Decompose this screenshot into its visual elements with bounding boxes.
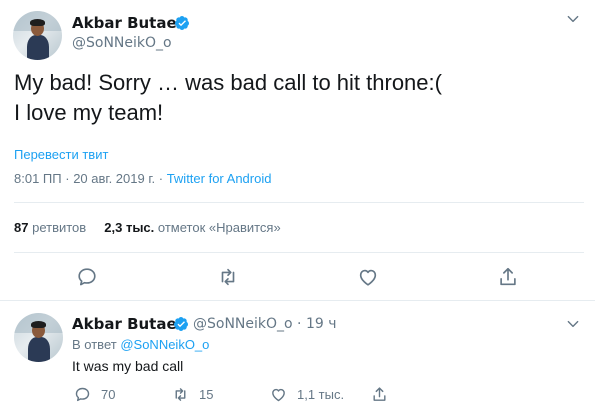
- divider: [14, 252, 584, 253]
- retweet-icon[interactable]: [217, 266, 239, 288]
- tweet-text: My bad! Sorry … was bad call to hit thro…: [14, 68, 442, 128]
- likes-count: 2,3 тыс.: [104, 220, 155, 235]
- reply-time[interactable]: 19 ч: [306, 316, 337, 332]
- likes-stat[interactable]: 2,3 тыс. отметок «Нравится»: [104, 220, 280, 235]
- reply-text: It was my bad call: [72, 358, 184, 374]
- author-handle[interactable]: @SoNNeikO_o: [72, 35, 172, 51]
- tweet-stats: 87 ретвитов 2,3 тыс. отметок «Нравится»: [14, 220, 281, 235]
- tweet-time[interactable]: 8:01 ПП: [14, 171, 62, 186]
- divider: [0, 300, 595, 301]
- retweets-count: 87: [14, 220, 29, 235]
- author-name[interactable]: Akbar Butaev: [72, 315, 186, 333]
- reply-action-retweet[interactable]: 15: [172, 385, 213, 403]
- tweet-date[interactable]: 20 авг. 2019 г.: [73, 171, 155, 186]
- reply-icon[interactable]: [76, 266, 98, 288]
- chevron-down-icon[interactable]: [566, 12, 580, 26]
- reply-action-reply[interactable]: 70: [74, 385, 115, 403]
- retweets-label: ретвитов: [32, 220, 87, 235]
- reply-handle: @SoNNeikO_o: [193, 316, 293, 332]
- author-handle[interactable]: @SoNNeikO_o · 19 ч: [193, 316, 337, 332]
- reply-action-like[interactable]: 1,1 тыс.: [270, 385, 344, 403]
- share-icon: [373, 386, 386, 401]
- tweet-text-line: I love my team!: [14, 100, 164, 125]
- meta-separator: ·: [65, 171, 70, 186]
- reply-to-prefix: В ответ: [72, 337, 117, 352]
- retweet-count: 15: [199, 386, 214, 402]
- chevron-down-icon[interactable]: [566, 317, 580, 331]
- tweet-text-line: My bad! Sorry … was bad call to hit thro…: [14, 70, 442, 95]
- meta-separator: ·: [158, 171, 164, 186]
- heart-icon: [272, 388, 285, 401]
- tweet-source[interactable]: Twitter for Android: [167, 171, 272, 186]
- share-icon[interactable]: [497, 266, 519, 288]
- reply-icon: [75, 387, 90, 401]
- translate-link[interactable]: Перевести твит: [14, 147, 108, 162]
- reply-count: 70: [101, 386, 116, 402]
- heart-icon[interactable]: [357, 266, 379, 288]
- retweets-stat[interactable]: 87 ретвитов: [14, 220, 86, 235]
- tweet-meta: 8:01 ПП · 20 авг. 2019 г. · Twitter for …: [14, 171, 271, 186]
- reply-to-line: В ответ @SoNNeikO_o: [72, 337, 209, 352]
- meta-separator: ·: [297, 316, 302, 332]
- likes-label: отметок «Нравится»: [157, 220, 281, 235]
- verified-badge-icon: [173, 317, 188, 331]
- avatar[interactable]: [13, 11, 62, 60]
- verified-badge-icon: [174, 16, 189, 30]
- reply-action-share[interactable]: [371, 385, 388, 403]
- like-count: 1,1 тыс.: [297, 386, 345, 402]
- reply-to-link[interactable]: @SoNNeikO_o: [120, 337, 209, 352]
- main-tweet: Akbar Butaev @SoNNeikO_o My bad! Sorry ……: [0, 0, 595, 296]
- avatar[interactable]: [14, 313, 63, 362]
- author-name[interactable]: Akbar Butaev: [72, 14, 186, 32]
- divider: [14, 202, 584, 203]
- retweet-icon: [175, 387, 186, 401]
